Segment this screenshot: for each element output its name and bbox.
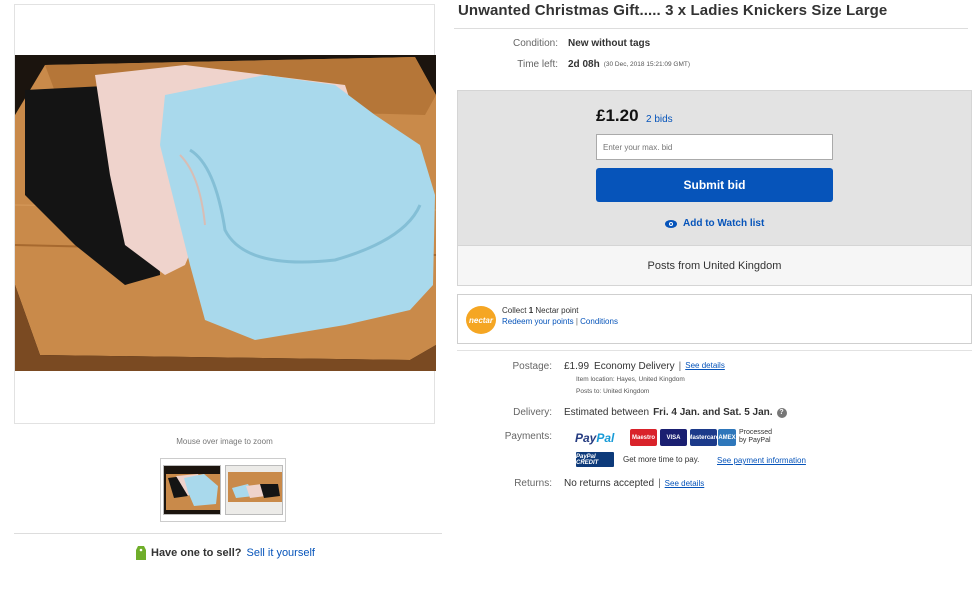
add-to-watchlist-label: Add to Watch list — [683, 218, 765, 229]
left-divider — [14, 533, 442, 534]
payments-label: Payments: — [504, 431, 552, 442]
delivery-range: Fri. 4 Jan. and Sat. 5 Jan. — [653, 407, 773, 418]
paypal-credit-icon: PayPal CREDIT — [576, 452, 614, 467]
nectar-logo: nectar — [466, 306, 496, 334]
sell-it-yourself-link[interactable]: Sell it yourself — [246, 547, 314, 559]
returns-row: Returns: No returns accepted | See detai… — [458, 478, 704, 489]
returns-value: No returns accepted — [564, 478, 655, 489]
postage-see-details-link[interactable]: See details — [685, 361, 725, 372]
help-icon[interactable]: ? — [776, 407, 787, 418]
item-location: Item location: Hayes, United Kingdom — [576, 376, 685, 383]
nectar-redeem-link[interactable]: Redeem your points — [502, 317, 574, 326]
postage-separator: | — [678, 361, 682, 372]
delivery-row: Delivery: Estimated between Fri. 4 Jan. … — [458, 407, 787, 418]
sell-prompt: Have one to sell? Sell it yourself — [136, 546, 315, 560]
time-left-end: (30 Dec, 2018 15:21:09 GMT) — [603, 61, 691, 68]
nectar-collect-text: Collect 1 Nectar point — [502, 306, 579, 315]
mastercard-card-icon: Mastercard — [688, 429, 720, 446]
postage-label: Postage: — [512, 361, 552, 372]
see-payment-information-link[interactable]: See payment information — [717, 456, 806, 465]
bid-count-link[interactable]: 2 bids — [646, 114, 673, 125]
paypal-credit-text: Get more time to pay. — [623, 455, 700, 464]
maestro-card-icon: Maestro — [630, 429, 657, 446]
postage-service: Economy Delivery — [594, 361, 675, 372]
paypal-logo: PayPal — [575, 431, 614, 445]
time-left-label: Time left: — [517, 59, 558, 70]
submit-bid-button[interactable]: Submit bid — [596, 168, 833, 202]
amex-card-icon: AMEX — [718, 429, 736, 446]
zoom-hint: Mouse over image to zoom — [176, 437, 273, 446]
bid-panel: £1.20 2 bids Submit bid Add to Watch lis… — [457, 90, 972, 246]
visa-card-icon: VISA — [660, 429, 687, 446]
posts-from-banner: Posts from United Kingdom — [457, 246, 972, 286]
nectar-points: 1 — [528, 306, 534, 315]
nectar-links: Redeem your points | Conditions — [502, 317, 618, 326]
delivery-prefix: Estimated between — [564, 407, 650, 418]
thumbnail-strip — [160, 458, 286, 522]
title-divider — [454, 28, 968, 29]
time-left-value: 2d 08h — [568, 59, 600, 70]
max-bid-input[interactable] — [596, 134, 833, 160]
main-image-frame[interactable] — [14, 4, 436, 424]
postage-row: Postage: £1.99 Economy Delivery | See de… — [458, 361, 725, 372]
eye-icon — [665, 219, 677, 228]
processed-line-2: by PayPal — [739, 437, 771, 444]
posts-to: Posts to: United Kingdom — [576, 388, 650, 395]
nectar-separator: | — [575, 317, 578, 326]
thumbnail-1-graphic — [164, 466, 220, 514]
thumbnail-2[interactable] — [225, 465, 283, 515]
processed-by-paypal: Processed by PayPal — [739, 429, 772, 445]
nectar-conditions-link[interactable]: Conditions — [580, 317, 618, 326]
returns-see-details-link[interactable]: See details — [665, 479, 705, 488]
nectar-collect-prefix: Collect — [502, 306, 527, 315]
item-title: Unwanted Christmas Gift..... 3 x Ladies … — [458, 2, 888, 19]
thumbnail-1[interactable] — [163, 465, 221, 515]
product-photo[interactable] — [15, 55, 436, 371]
payments-row: Payments: — [458, 431, 564, 442]
time-left-row: Time left: 2d 08h (30 Dec, 2018 15:21:09… — [458, 59, 690, 70]
delivery-label: Delivery: — [513, 407, 552, 418]
current-price: £1.20 — [596, 106, 639, 125]
processed-line-1: Processed — [739, 429, 773, 436]
postage-price: £1.99 — [564, 361, 590, 372]
nectar-collect-suffix: Nectar point — [535, 306, 579, 315]
paypal-logo-pal: Pal — [596, 431, 615, 445]
sell-prompt-text: Have one to sell? — [151, 547, 242, 559]
nectar-panel: nectar Collect 1 Nectar point Redeem you… — [457, 294, 972, 344]
thumbnail-2-graphic — [226, 466, 282, 514]
condition-value: New without tags — [568, 38, 651, 49]
returns-separator: | — [658, 478, 661, 489]
add-to-watchlist-link[interactable]: Add to Watch list — [665, 218, 764, 229]
shipping-divider — [457, 350, 972, 351]
returns-label: Returns: — [514, 478, 552, 489]
price-tag-icon — [136, 546, 146, 560]
paypal-logo-pay: Pay — [575, 431, 597, 445]
condition-row: Condition: New without tags — [458, 38, 650, 49]
condition-label: Condition: — [512, 38, 558, 49]
product-photo-graphic — [15, 55, 436, 371]
